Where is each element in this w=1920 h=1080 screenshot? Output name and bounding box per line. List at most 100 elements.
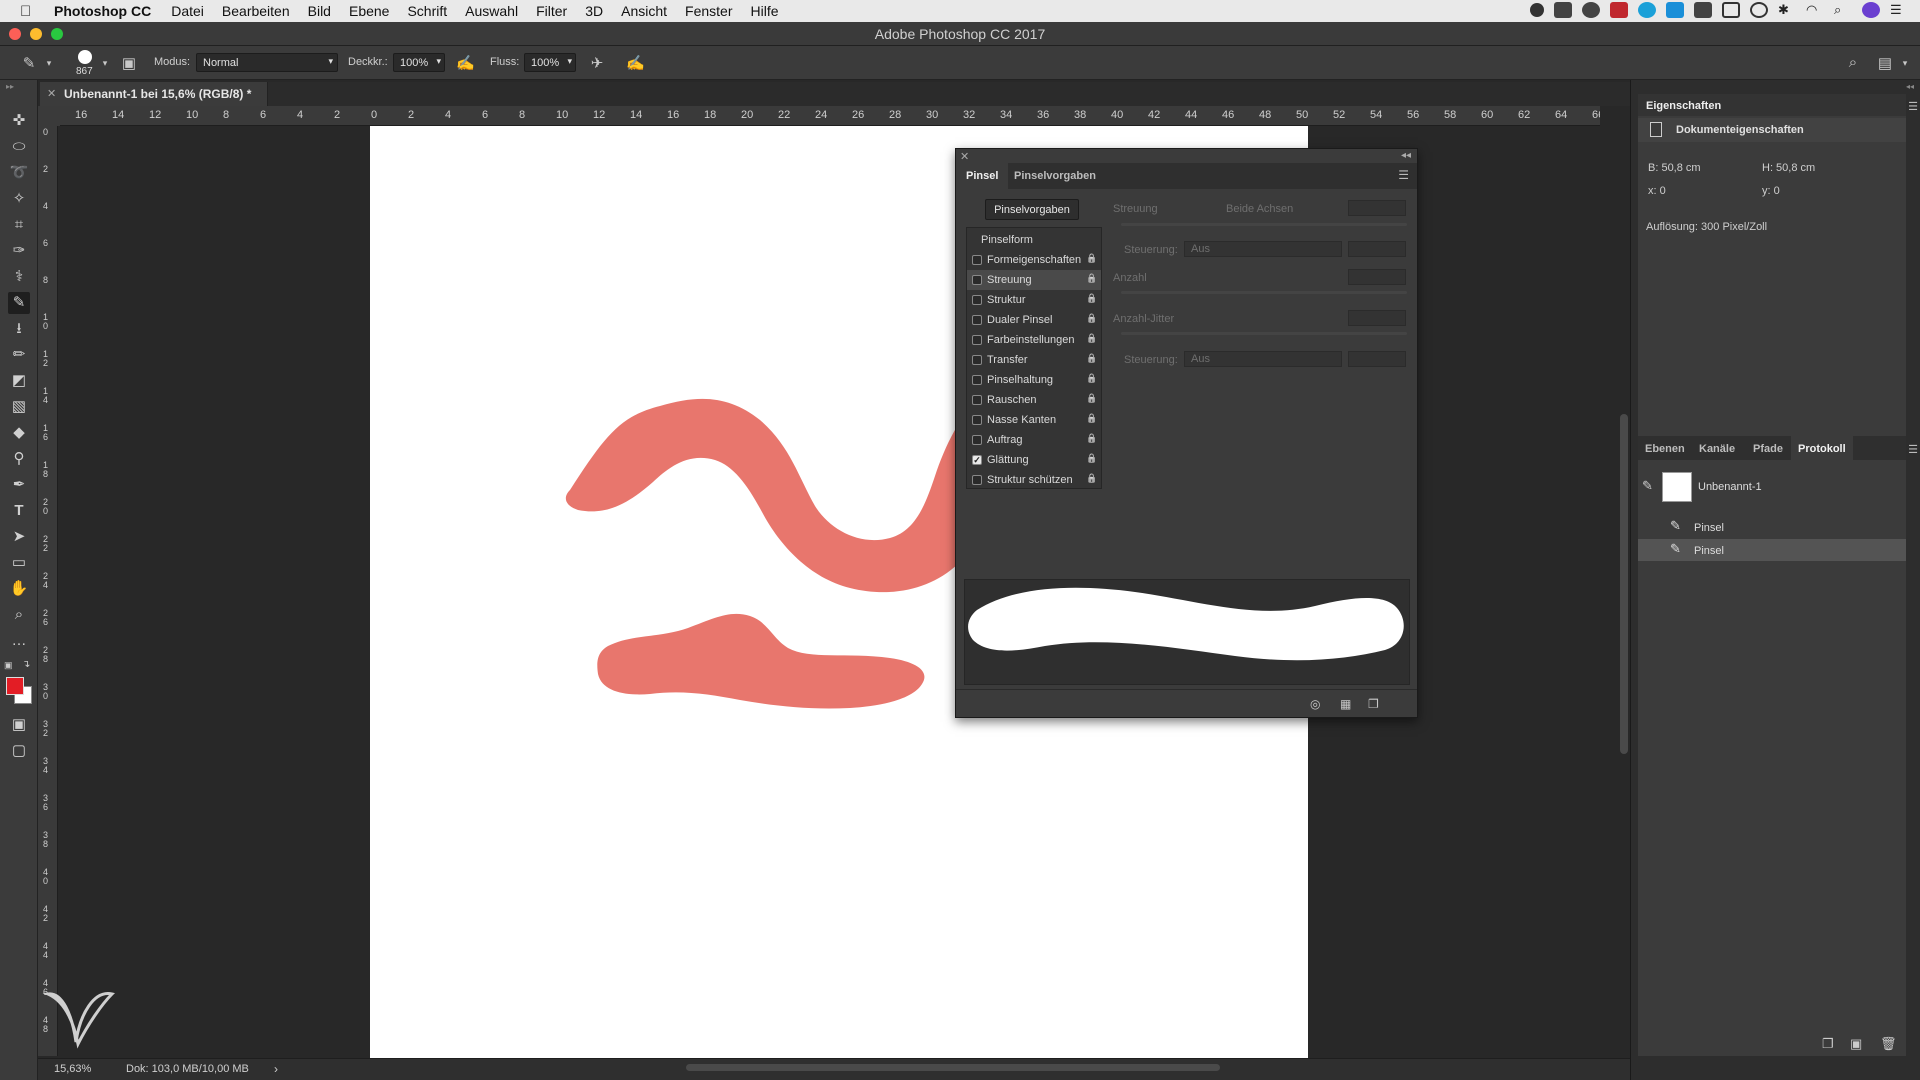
count-slider[interactable] xyxy=(1121,291,1407,294)
lock-icon[interactable]: 🔒 xyxy=(1086,333,1097,345)
menu-app-name[interactable]: Photoshop CC xyxy=(54,3,151,19)
record-icon[interactable] xyxy=(1530,3,1544,17)
lock-icon[interactable]: 🔒 xyxy=(1086,393,1097,405)
opacity-input[interactable]: 100% ▾ xyxy=(393,53,445,72)
brush-option-checkbox[interactable] xyxy=(972,335,982,345)
horizontal-ruler[interactable]: 16 14 12 10 8 6 4 2 0 2 4 6 8 10 12 14 16 18 20 22 24 26 28 30 3… xyxy=(60,106,1600,126)
brush-option-checkbox[interactable] xyxy=(972,415,982,425)
menu-bearbeiten[interactable]: Bearbeiten xyxy=(222,3,290,19)
tab-kanaele[interactable]: Kanäle xyxy=(1692,436,1742,460)
panel-menu-icon[interactable]: ☰ xyxy=(1908,100,1918,113)
brush-option-row[interactable]: Dualer Pinsel 🔒 xyxy=(967,310,1101,330)
quick-selection-tool-icon[interactable]: ✧ xyxy=(8,188,30,210)
swap-colors-icon[interactable]: ↴ xyxy=(22,659,30,670)
move-tool-icon[interactable]: ✜ xyxy=(8,110,30,132)
healing-brush-tool-icon[interactable]: ⚕ xyxy=(8,266,30,288)
new-document-from-state-icon[interactable]: ❐ xyxy=(1822,1036,1834,1052)
brush-option-checkbox[interactable] xyxy=(972,475,982,485)
collapse-panel-icon[interactable]: ◂◂ xyxy=(1401,150,1411,161)
control-input-2[interactable] xyxy=(1348,351,1406,367)
sync-icon[interactable] xyxy=(1638,2,1656,18)
brush-option-checkbox[interactable] xyxy=(972,295,982,305)
brush-option-row[interactable]: Pinselhaltung 🔒 xyxy=(967,370,1101,390)
app-red-icon[interactable] xyxy=(1610,2,1628,18)
eyedropper-tool-icon[interactable]: ✑ xyxy=(8,240,30,262)
control-select[interactable]: Aus xyxy=(1184,241,1342,257)
clone-stamp-tool-icon[interactable]: ⭳ xyxy=(8,318,30,340)
screen-mode-icon[interactable]: ▢ xyxy=(8,740,30,762)
pen-tool-icon[interactable]: ✒ xyxy=(8,474,30,496)
mode-select[interactable]: Normal ▾ xyxy=(196,53,338,72)
menu-auswahl[interactable]: Auswahl xyxy=(465,3,518,19)
close-icon[interactable]: ✕ xyxy=(960,150,969,163)
lock-icon[interactable]: 🔒 xyxy=(1086,313,1097,325)
count-jitter-input[interactable] xyxy=(1348,310,1406,326)
toggle-live-tip-icon[interactable]: ◎ xyxy=(1310,697,1320,711)
pressure-opacity-icon[interactable]: ✍ xyxy=(456,54,475,72)
history-state-row-selected[interactable]: ✎ Pinsel xyxy=(1638,539,1906,561)
control-select-2[interactable]: Aus xyxy=(1184,351,1342,367)
brush-panel-toggle-icon[interactable]: ▣ xyxy=(120,54,138,72)
zoom-tool-icon[interactable]: ⌕ xyxy=(8,604,30,626)
zoom-level[interactable]: 15,63% xyxy=(54,1063,91,1075)
lock-icon[interactable]: 🔒 xyxy=(1086,273,1097,285)
lock-icon[interactable]: 🔒 xyxy=(1086,453,1097,465)
tab-protokoll[interactable]: Protokoll xyxy=(1791,436,1853,460)
brush-option-checkbox[interactable] xyxy=(972,395,982,405)
history-brush-tool-icon[interactable]: ✏ xyxy=(8,344,30,366)
brush-option-checkbox[interactable] xyxy=(972,275,982,285)
close-tab-icon[interactable]: ✕ xyxy=(47,87,56,100)
chevron-down-icon[interactable]: ▾ xyxy=(1896,58,1914,76)
brush-presets-button[interactable]: Pinselvorgaben xyxy=(985,199,1079,220)
control-input[interactable] xyxy=(1348,241,1406,257)
tab-pfade[interactable]: Pfade xyxy=(1746,436,1790,460)
brush-option-row[interactable]: Rauschen 🔒 xyxy=(967,390,1101,410)
trash-icon[interactable]: 🗑 xyxy=(1880,1036,1897,1052)
history-brush-source-icon[interactable]: ✎ xyxy=(1642,478,1653,494)
flow-input[interactable]: 100% ▾ xyxy=(524,53,576,72)
more-tools-icon[interactable]: … xyxy=(8,630,30,652)
tab-ebenen[interactable]: Ebenen xyxy=(1638,436,1692,460)
tab-pinsel[interactable]: Pinsel xyxy=(956,163,1009,189)
brush-option-row[interactable]: ✓ Glättung 🔒 xyxy=(967,450,1101,470)
menu-datei[interactable]: Datei xyxy=(171,3,204,19)
crop-tool-icon[interactable]: ⌗ xyxy=(8,214,30,236)
search-icon[interactable]: ⌕ xyxy=(1844,54,1862,72)
hand-tool-icon[interactable]: ✋ xyxy=(8,578,30,600)
airbrush-icon[interactable]: ✈ xyxy=(588,54,606,72)
eraser-tool-icon[interactable]: ◩ xyxy=(8,370,30,392)
status-menu-icon[interactable]: › xyxy=(274,1062,278,1076)
history-state-row[interactable]: ✎ Pinsel xyxy=(1638,516,1906,538)
folder-icon[interactable] xyxy=(1694,2,1712,18)
rectangle-tool-icon[interactable]: ▭ xyxy=(8,552,30,574)
foreground-color-swatch[interactable] xyxy=(6,677,24,695)
brush-option-checkbox[interactable] xyxy=(972,375,982,385)
panel-menu-icon[interactable]: ☰ xyxy=(1398,168,1409,182)
airplay-icon[interactable] xyxy=(1722,2,1740,18)
lock-icon[interactable]: 🔒 xyxy=(1086,413,1097,425)
vertical-ruler[interactable]: 0 2 4 6 8 10 12 14 16 18 20 22 24 26 28 30 32 34 36 38 40 42 4… xyxy=(38,126,58,1056)
document-tab[interactable]: ✕ Unbenannt-1 bei 15,6% (RGB/8) * xyxy=(40,82,268,106)
menu-ansicht[interactable]: Ansicht xyxy=(621,3,667,19)
new-brush-icon[interactable]: ❐ xyxy=(1368,697,1379,711)
history-snapshot-row[interactable]: ✎ Unbenannt-1 xyxy=(1638,464,1906,510)
marquee-tool-icon[interactable]: ⬭ xyxy=(8,136,30,158)
brush-option-row[interactable]: Auftrag 🔒 xyxy=(967,430,1101,450)
horizontal-scrollbar[interactable] xyxy=(686,1064,1220,1071)
lock-icon[interactable]: 🔒 xyxy=(1086,373,1097,385)
menu-3d[interactable]: 3D xyxy=(585,3,603,19)
creative-cloud-icon[interactable] xyxy=(1582,2,1600,18)
path-selection-tool-icon[interactable]: ➤ xyxy=(8,526,30,548)
panel-menu-icon[interactable]: ☰ xyxy=(1908,443,1918,456)
lock-icon[interactable]: 🔒 xyxy=(1086,353,1097,365)
lock-icon[interactable]: 🔒 xyxy=(1086,253,1097,265)
type-tool-icon[interactable]: T xyxy=(8,500,30,522)
brush-option-row[interactable]: Nasse Kanten 🔒 xyxy=(967,410,1101,430)
brush-tip-shape-heading[interactable]: Pinselform xyxy=(981,234,1033,246)
brush-option-checkbox[interactable] xyxy=(972,315,982,325)
collapse-dock-icon[interactable]: ◂◂ xyxy=(1906,82,1914,91)
brush-option-row[interactable]: Struktur schützen 🔒 xyxy=(967,470,1101,490)
siri-icon[interactable] xyxy=(1862,2,1880,18)
brush-option-row[interactable]: Streuung 🔒 xyxy=(967,270,1101,290)
both-axes-checkbox[interactable] xyxy=(1192,197,1202,207)
